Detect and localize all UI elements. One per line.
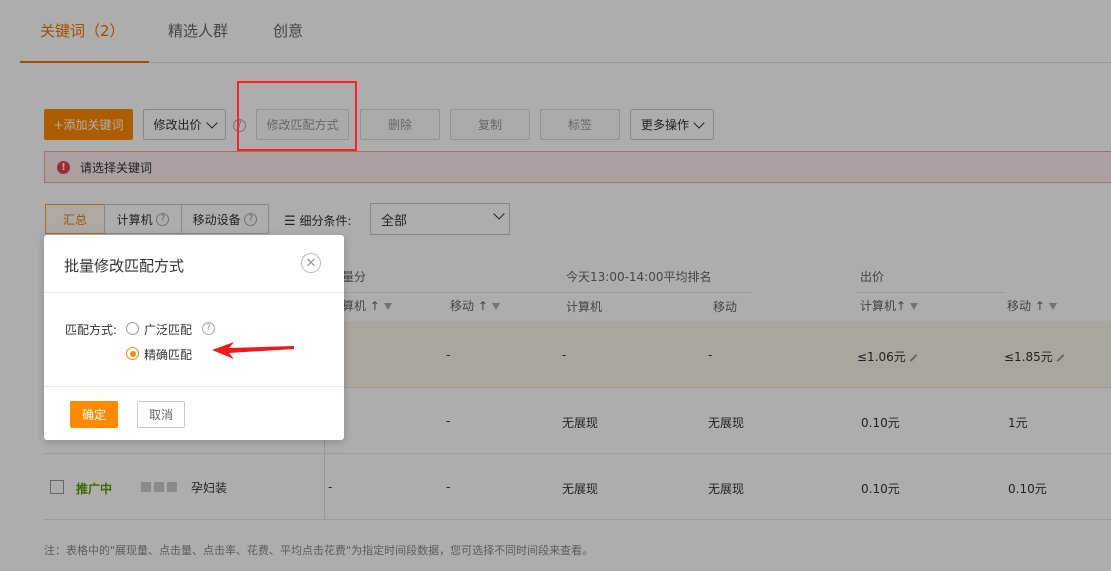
radio-exact-label[interactable]: 精确匹配 [144,346,192,363]
cancel-button[interactable]: 取消 [137,401,185,428]
close-icon[interactable]: ✕ [301,253,321,273]
radio-exact-match[interactable] [126,347,139,360]
confirm-button[interactable]: 确定 [70,401,118,428]
batch-modify-match-dialog: 批量修改匹配方式 ✕ 匹配方式: 广泛匹配 ? 精确匹配 确定 取消 [44,235,344,440]
radio-broad-match[interactable] [126,322,139,335]
match-type-label: 匹配方式: [65,323,118,337]
help-icon[interactable]: ? [202,322,215,335]
dialog-divider [44,292,344,293]
dialog-divider [44,386,344,387]
radio-broad-label[interactable]: 广泛匹配 [144,321,192,338]
annotation-highlight-box-overlay [237,81,357,151]
annotation-arrow-icon [212,342,294,359]
dialog-title: 批量修改匹配方式 [64,257,185,275]
